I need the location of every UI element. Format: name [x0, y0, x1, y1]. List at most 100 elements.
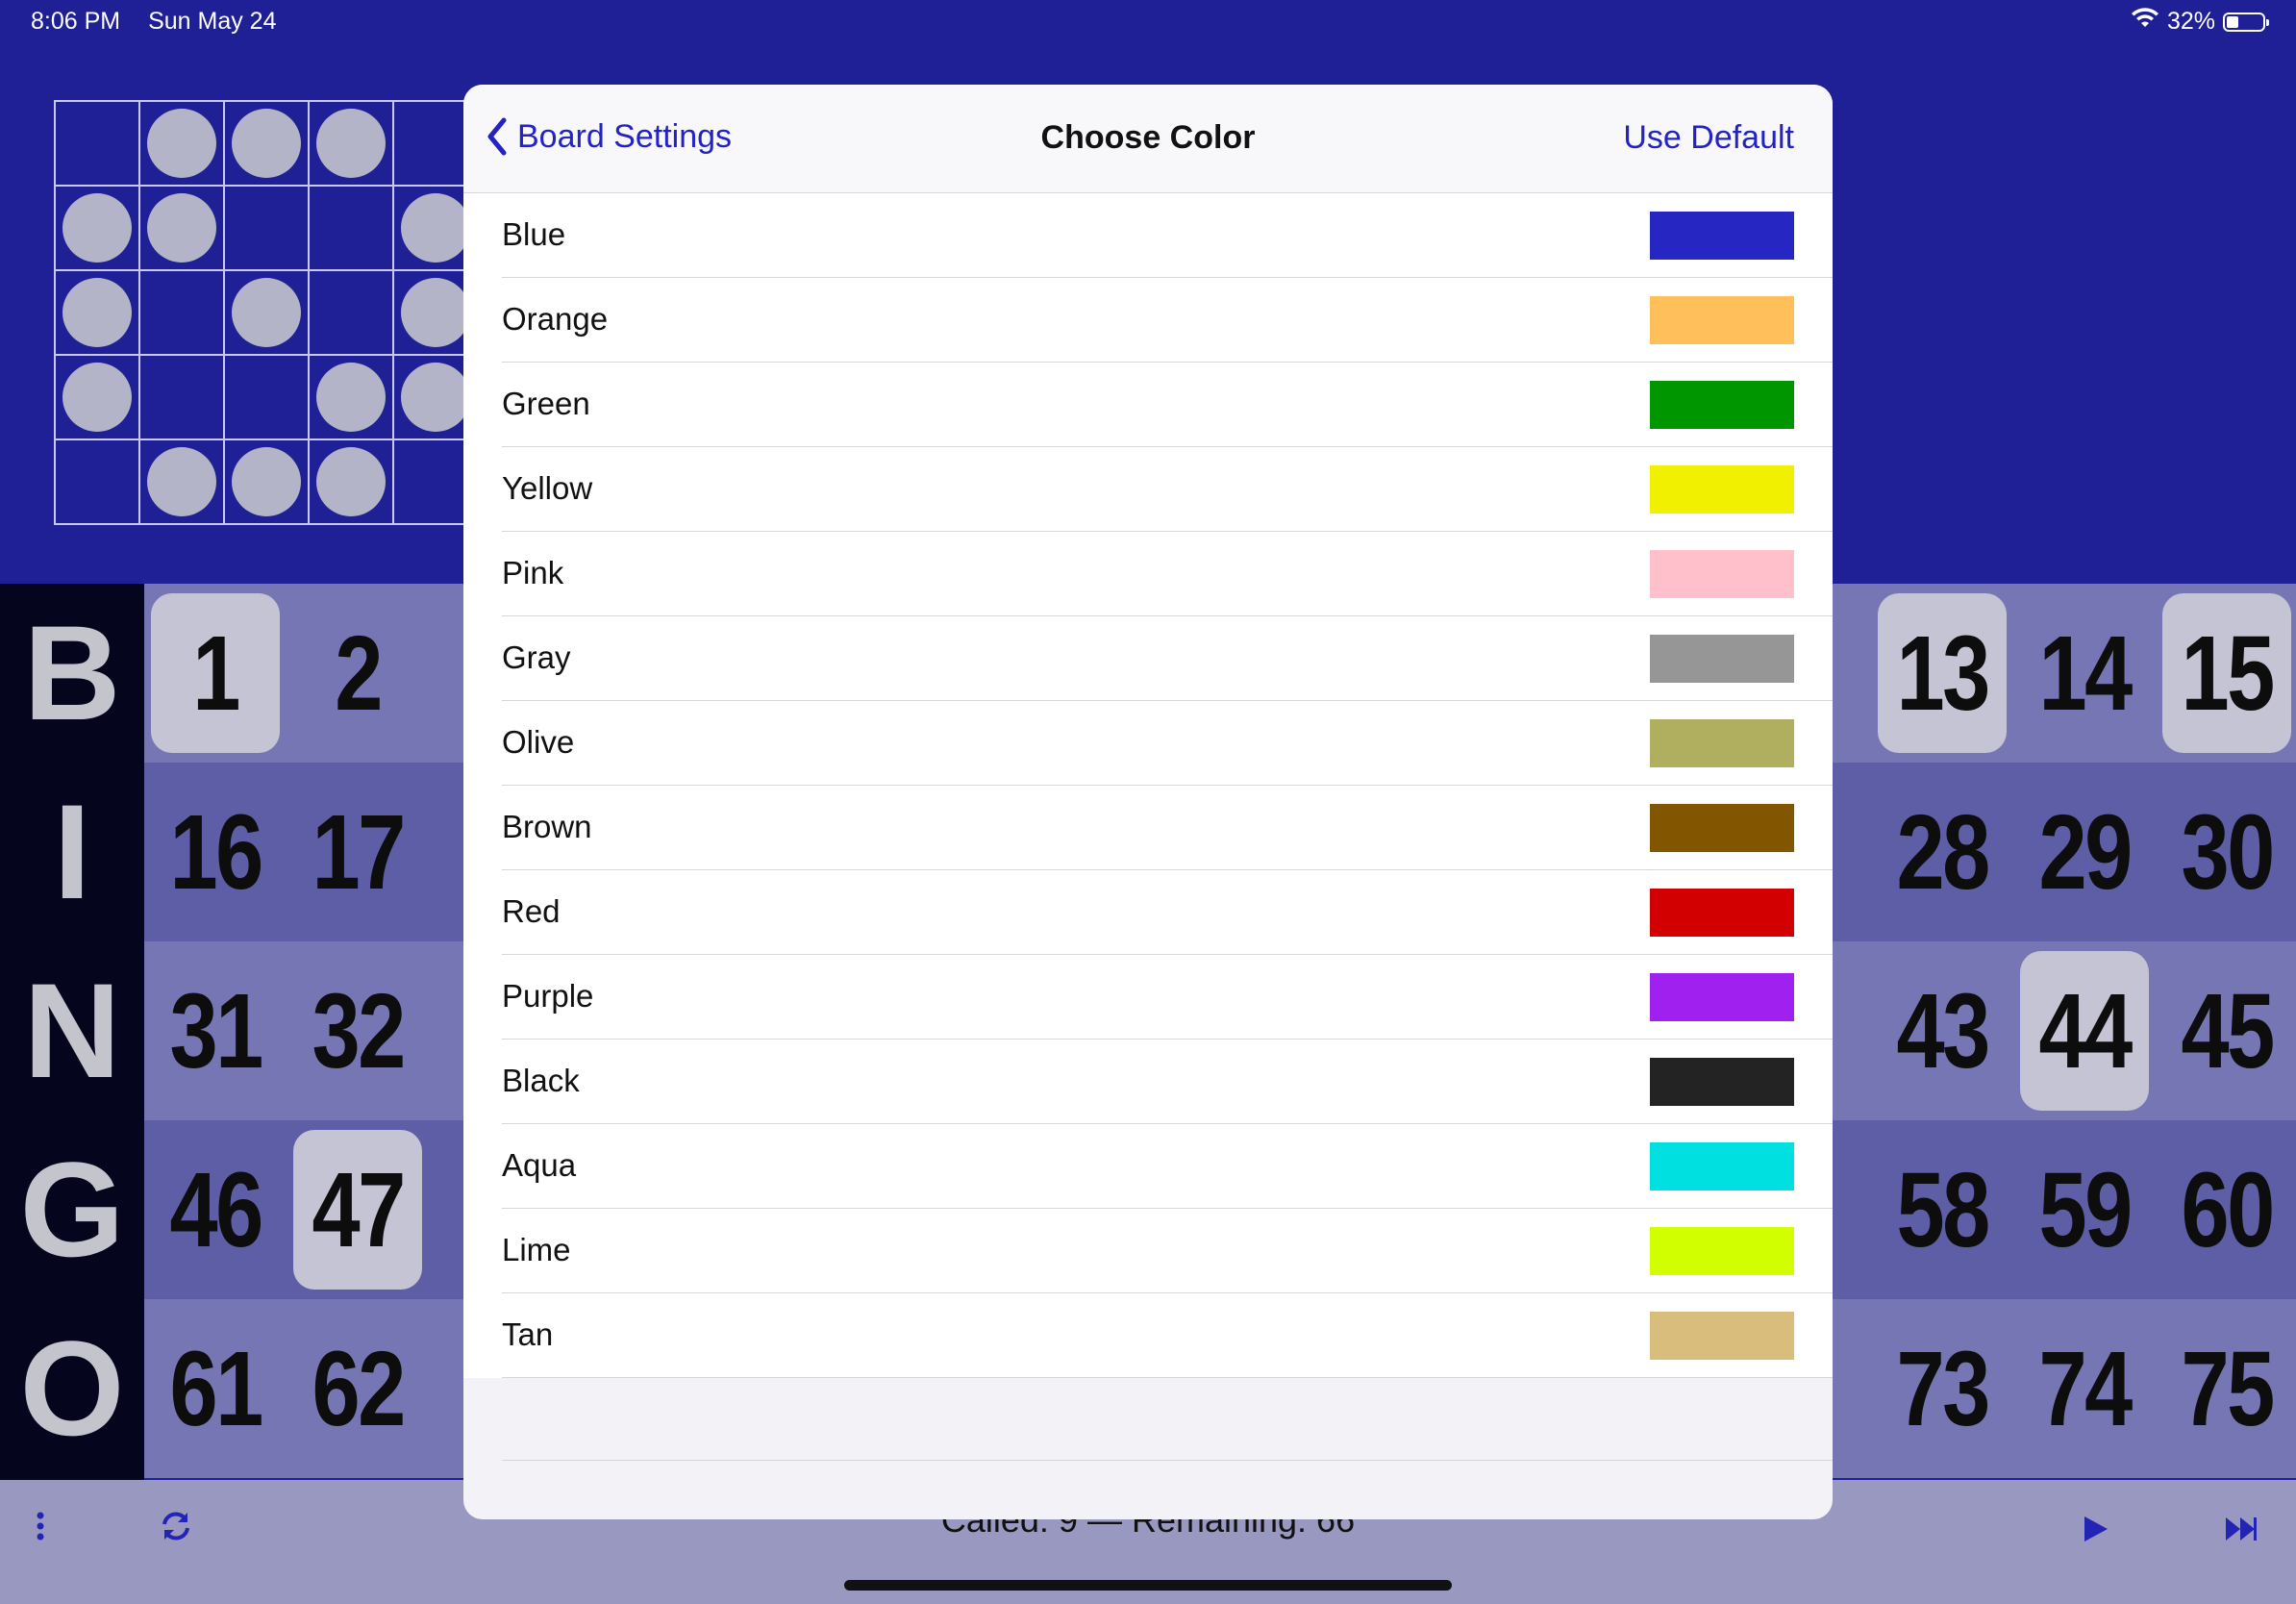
color-swatch	[1650, 635, 1794, 683]
board-number-cell[interactable]: 32	[287, 941, 429, 1120]
color-option-lime[interactable]: Lime	[463, 1209, 1833, 1293]
pattern-dot	[316, 447, 386, 516]
status-time: 8:06 PM	[31, 8, 121, 35]
board-number: 74	[2038, 1329, 2133, 1448]
pattern-cell	[225, 440, 310, 525]
color-swatch	[1650, 1058, 1794, 1106]
color-option-blue[interactable]: Blue	[463, 193, 1833, 278]
color-option-yellow[interactable]: Yellow	[463, 447, 1833, 532]
fast-forward-icon[interactable]	[2225, 1510, 2258, 1553]
color-option-label: Lime	[502, 1232, 571, 1267]
list-divider	[502, 1460, 1833, 1461]
pattern-cell	[56, 440, 140, 525]
board-number: 58	[1896, 1150, 1990, 1269]
pattern-dot	[401, 363, 470, 432]
color-option-label: Aqua	[502, 1147, 577, 1183]
board-number: 1	[192, 614, 240, 733]
color-option-purple[interactable]: Purple	[463, 955, 1833, 1040]
pattern-cell	[225, 187, 310, 271]
board-number-cell[interactable]: 17	[287, 763, 429, 941]
pattern-dot	[232, 109, 301, 178]
color-option-label: Pink	[502, 555, 564, 590]
board-number: 15	[2181, 614, 2275, 733]
pattern-dot	[62, 193, 132, 263]
pattern-cell	[310, 356, 394, 440]
color-option-orange[interactable]: Orange	[463, 278, 1833, 363]
color-swatch	[1650, 1227, 1794, 1275]
color-option-label: Purple	[502, 978, 594, 1014]
board-number-cell[interactable]: 46	[144, 1120, 287, 1299]
board-number-cell[interactable]: 47	[287, 1120, 429, 1299]
board-number-cell[interactable]: 75	[2156, 1299, 2296, 1478]
board-number-cell[interactable]: 61	[144, 1299, 287, 1478]
winning-pattern-grid	[54, 100, 479, 525]
board-number-cell[interactable]: 1	[144, 584, 287, 763]
color-option-olive[interactable]: Olive	[463, 701, 1833, 786]
color-option-pink[interactable]: Pink	[463, 532, 1833, 616]
board-number-cell[interactable]: 14	[2013, 584, 2156, 763]
color-option-red[interactable]: Red	[463, 870, 1833, 955]
pattern-cell	[310, 271, 394, 356]
board-number-cell[interactable]: 31	[144, 941, 287, 1120]
pattern-dot	[62, 278, 132, 347]
use-default-button[interactable]: Use Default	[1623, 119, 1794, 157]
board-number: 43	[1896, 971, 1990, 1090]
board-number-cell[interactable]: 15	[2156, 584, 2296, 763]
pattern-dot	[401, 278, 470, 347]
board-number-cell[interactable]: 45	[2156, 941, 2296, 1120]
color-option-black[interactable]: Black	[463, 1040, 1833, 1124]
board-number: 32	[312, 971, 406, 1090]
board-number-cell[interactable]: 59	[2013, 1120, 2156, 1299]
choose-color-modal: Board Settings Choose Color Use Default …	[463, 85, 1833, 1519]
color-option-brown[interactable]: Brown	[463, 786, 1833, 870]
color-option-gray[interactable]: Gray	[463, 616, 1833, 701]
more-options-icon[interactable]	[33, 1508, 48, 1551]
pattern-cell	[310, 187, 394, 271]
color-option-label: Green	[502, 386, 590, 421]
pattern-cell	[225, 356, 310, 440]
board-number: 75	[2181, 1329, 2275, 1448]
bingo-letter-b: B	[23, 597, 121, 748]
color-option-aqua[interactable]: Aqua	[463, 1124, 1833, 1209]
board-number: 60	[2181, 1150, 2275, 1269]
color-option-green[interactable]: Green	[463, 363, 1833, 447]
pattern-cell	[310, 102, 394, 187]
board-number-cell[interactable]: 60	[2156, 1120, 2296, 1299]
board-number-cell[interactable]: 29	[2013, 763, 2156, 941]
bingo-letter-g: G	[19, 1134, 125, 1285]
color-option-tan[interactable]: Tan	[463, 1293, 1833, 1378]
color-option-label: Red	[502, 893, 561, 929]
color-swatch	[1650, 465, 1794, 514]
bingo-letter-n: N	[23, 955, 121, 1106]
refresh-icon[interactable]	[160, 1508, 192, 1551]
pattern-cell	[225, 102, 310, 187]
board-number: 59	[2038, 1150, 2133, 1269]
board-number: 17	[312, 792, 406, 912]
board-number: 13	[1896, 614, 1990, 733]
board-number: 45	[2181, 971, 2275, 1090]
board-number-cell[interactable]: 58	[1871, 1120, 2013, 1299]
board-number-cell[interactable]: 43	[1871, 941, 2013, 1120]
wifi-icon	[2131, 8, 2159, 36]
pattern-dot	[316, 363, 386, 432]
board-number-cell[interactable]: 74	[2013, 1299, 2156, 1478]
board-number-cell[interactable]: 28	[1871, 763, 2013, 941]
pattern-cell	[140, 440, 225, 525]
pattern-cell	[140, 187, 225, 271]
board-number-cell[interactable]: 2	[287, 584, 429, 763]
board-number-cell[interactable]: 62	[287, 1299, 429, 1478]
board-number: 46	[169, 1150, 263, 1269]
board-number-cell[interactable]: 30	[2156, 763, 2296, 941]
battery-percent: 32%	[2166, 8, 2215, 35]
color-list: Blue Orange Green Yellow Pink Gray Olive Brown R…	[463, 193, 1833, 1378]
color-swatch	[1650, 719, 1794, 767]
bingo-letter-i: I	[53, 776, 91, 927]
board-number-cell[interactable]: 73	[1871, 1299, 2013, 1478]
board-number-cell[interactable]: 16	[144, 763, 287, 941]
pattern-cell	[56, 102, 140, 187]
board-number-cell[interactable]: 13	[1871, 584, 2013, 763]
color-option-label: Blue	[502, 216, 566, 252]
board-number-cell[interactable]: 44	[2013, 941, 2156, 1120]
play-icon[interactable]	[2083, 1510, 2109, 1553]
status-date: Sun May 24	[148, 8, 277, 35]
